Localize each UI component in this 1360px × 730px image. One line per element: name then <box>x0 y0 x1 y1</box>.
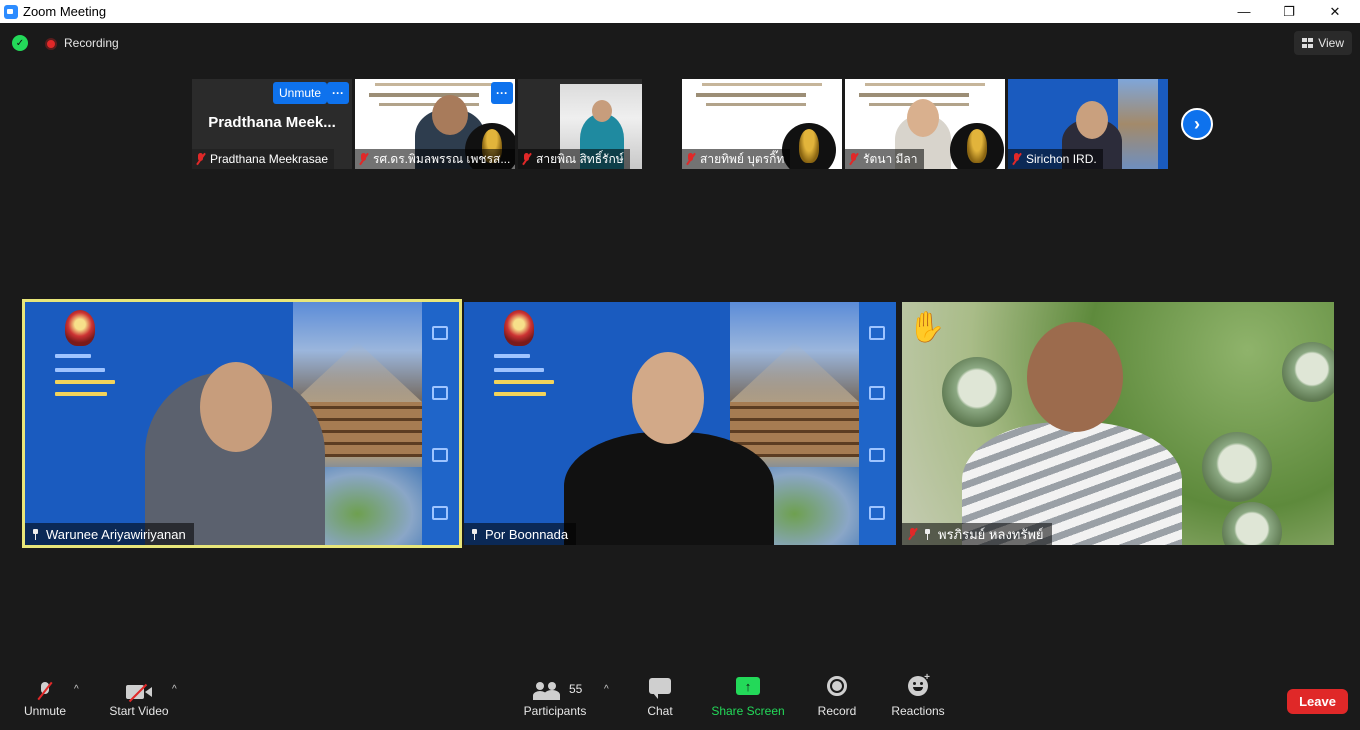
participant-name: Por Boonnada <box>485 526 569 542</box>
unmute-label: Unmute <box>23 704 67 718</box>
more-options-button[interactable]: ··· <box>491 82 513 104</box>
video-tile[interactable]: Por Boonnada <box>464 302 896 545</box>
microphone-muted-icon <box>39 682 51 700</box>
participant-thumbnail[interactable]: Sirichon IRD. <box>1008 79 1168 169</box>
participant-thumbnail[interactable]: รัตนา มีลา <box>845 79 1005 169</box>
meeting-info-bar: ✓ Recording View <box>0 23 1360 63</box>
window-titlebar: Zoom Meeting — ❐ ✕ <box>0 0 1360 23</box>
background-side-rail <box>422 302 459 545</box>
participant-name-tag: Por Boonnada <box>464 523 577 545</box>
participant-name: รศ.ดร.พิมลพรรณ เพชรส... <box>373 151 511 166</box>
raised-hand-icon: ✋ <box>908 311 946 344</box>
participant-name-tag: สายพิณ สิทธิ์รักษ์ <box>518 149 630 169</box>
mic-muted-icon <box>908 528 917 540</box>
participants-button[interactable]: 55 Participants <box>522 672 588 730</box>
participant-name-tag: Pradthana Meekrasae <box>192 149 335 169</box>
recording-dot-icon <box>45 38 57 50</box>
participant-name: รัตนา มีลา <box>863 151 918 166</box>
reactions-button[interactable]: + Reactions <box>890 672 946 730</box>
record-label: Record <box>817 704 857 718</box>
window-title: Zoom Meeting <box>23 4 107 19</box>
participant-name: พรภิรมย์ หลงทรัพย์ <box>938 526 1044 542</box>
participant-name: Sirichon IRD. <box>1026 152 1097 166</box>
video-camera-off-icon <box>126 683 152 703</box>
video-tile-active-speaker[interactable]: Warunee Ariyawiriyanan <box>22 299 462 548</box>
recording-label: Recording <box>64 36 119 50</box>
participant-thumbnail[interactable]: สายพิณ สิทธิ์รักษ์ <box>518 79 642 169</box>
minimize-button[interactable]: — <box>1221 0 1267 23</box>
pin-icon <box>470 528 479 540</box>
share-screen-label: Share Screen <box>711 704 785 718</box>
view-label: View <box>1318 36 1344 50</box>
unmute-button[interactable]: Unmute <box>22 672 68 730</box>
audio-options-caret[interactable]: ^ <box>74 684 79 695</box>
share-screen-arrow-icon: ↑ <box>736 677 760 695</box>
participants-icon <box>533 682 561 700</box>
smiley-reaction-icon: + <box>908 672 930 696</box>
close-button[interactable]: ✕ <box>1312 0 1358 23</box>
record-icon <box>827 676 847 696</box>
record-button[interactable]: Record <box>816 672 858 730</box>
reactions-label: Reactions <box>891 704 945 718</box>
view-button[interactable]: View <box>1294 31 1352 55</box>
participant-display-name: Pradthana Meek... <box>208 114 336 131</box>
unmute-participant-button[interactable]: Unmute <box>273 82 328 104</box>
chevron-right-icon[interactable]: › <box>1181 108 1213 140</box>
start-video-label: Start Video <box>109 704 169 718</box>
leave-meeting-button[interactable]: Leave <box>1287 689 1348 714</box>
background-side-rail <box>859 302 896 545</box>
participant-name-tag: รัตนา มีลา <box>845 149 924 169</box>
mic-muted-icon <box>686 153 695 165</box>
shield-check-icon[interactable]: ✓ <box>12 35 28 51</box>
participant-thumbnail[interactable]: สายทิพย์ บุตรกิ๊ท <box>682 79 842 169</box>
participants-count: 55 <box>569 682 583 696</box>
mic-muted-icon <box>196 153 205 165</box>
more-options-button[interactable]: ··· <box>327 82 349 104</box>
participant-name-tag: Sirichon IRD. <box>1008 149 1103 169</box>
participant-thumbnail[interactable]: ··· รศ.ดร.พิมลพรรณ เพชรส... <box>355 79 515 169</box>
grid-icon <box>1302 38 1314 48</box>
participant-name: Pradthana Meekrasae <box>210 152 329 166</box>
participant-name: สายพิณ สิทธิ์รักษ์ <box>536 151 624 166</box>
video-tile[interactable]: ✋ พรภิรมย์ หลงทรัพย์ <box>902 302 1334 545</box>
chat-button[interactable]: Chat <box>642 672 678 730</box>
video-options-caret[interactable]: ^ <box>172 684 177 695</box>
meeting-controls-toolbar: Unmute ^ Start Video ^ 55 Participants ^… <box>0 672 1360 730</box>
participant-name: สายทิพย์ บุตรกิ๊ท <box>700 151 785 166</box>
participant-thumbnail[interactable]: Pradthana Meek... Unmute ··· Pradthana M… <box>192 79 352 169</box>
participant-name-tag: พรภิรมย์ หลงทรัพย์ <box>902 523 1052 545</box>
participants-label: Participants <box>523 704 587 718</box>
share-screen-button[interactable]: ↑ Share Screen <box>711 672 785 730</box>
pin-icon <box>923 528 932 540</box>
participant-name-tag: Warunee Ariyawiriyanan <box>25 523 194 545</box>
participant-thumbnail-strip: Pradthana Meek... Unmute ··· Pradthana M… <box>192 79 1168 169</box>
start-video-button[interactable]: Start Video <box>106 672 172 730</box>
participant-name-tag: สายทิพย์ บุตรกิ๊ท <box>682 149 791 169</box>
participants-options-caret[interactable]: ^ <box>604 684 609 695</box>
mic-muted-icon <box>359 153 368 165</box>
participant-name: Warunee Ariyawiriyanan <box>46 526 186 542</box>
pin-icon <box>31 528 40 540</box>
zoom-app-icon <box>4 4 18 19</box>
participant-name-tag: รศ.ดร.พิมลพรรณ เพชรส... <box>355 149 515 169</box>
chat-label: Chat <box>647 704 673 718</box>
chat-bubble-icon <box>649 678 671 699</box>
mic-muted-icon <box>1012 153 1021 165</box>
restore-button[interactable]: ❐ <box>1266 0 1312 23</box>
mic-muted-icon <box>849 153 858 165</box>
mic-muted-icon <box>522 153 531 165</box>
